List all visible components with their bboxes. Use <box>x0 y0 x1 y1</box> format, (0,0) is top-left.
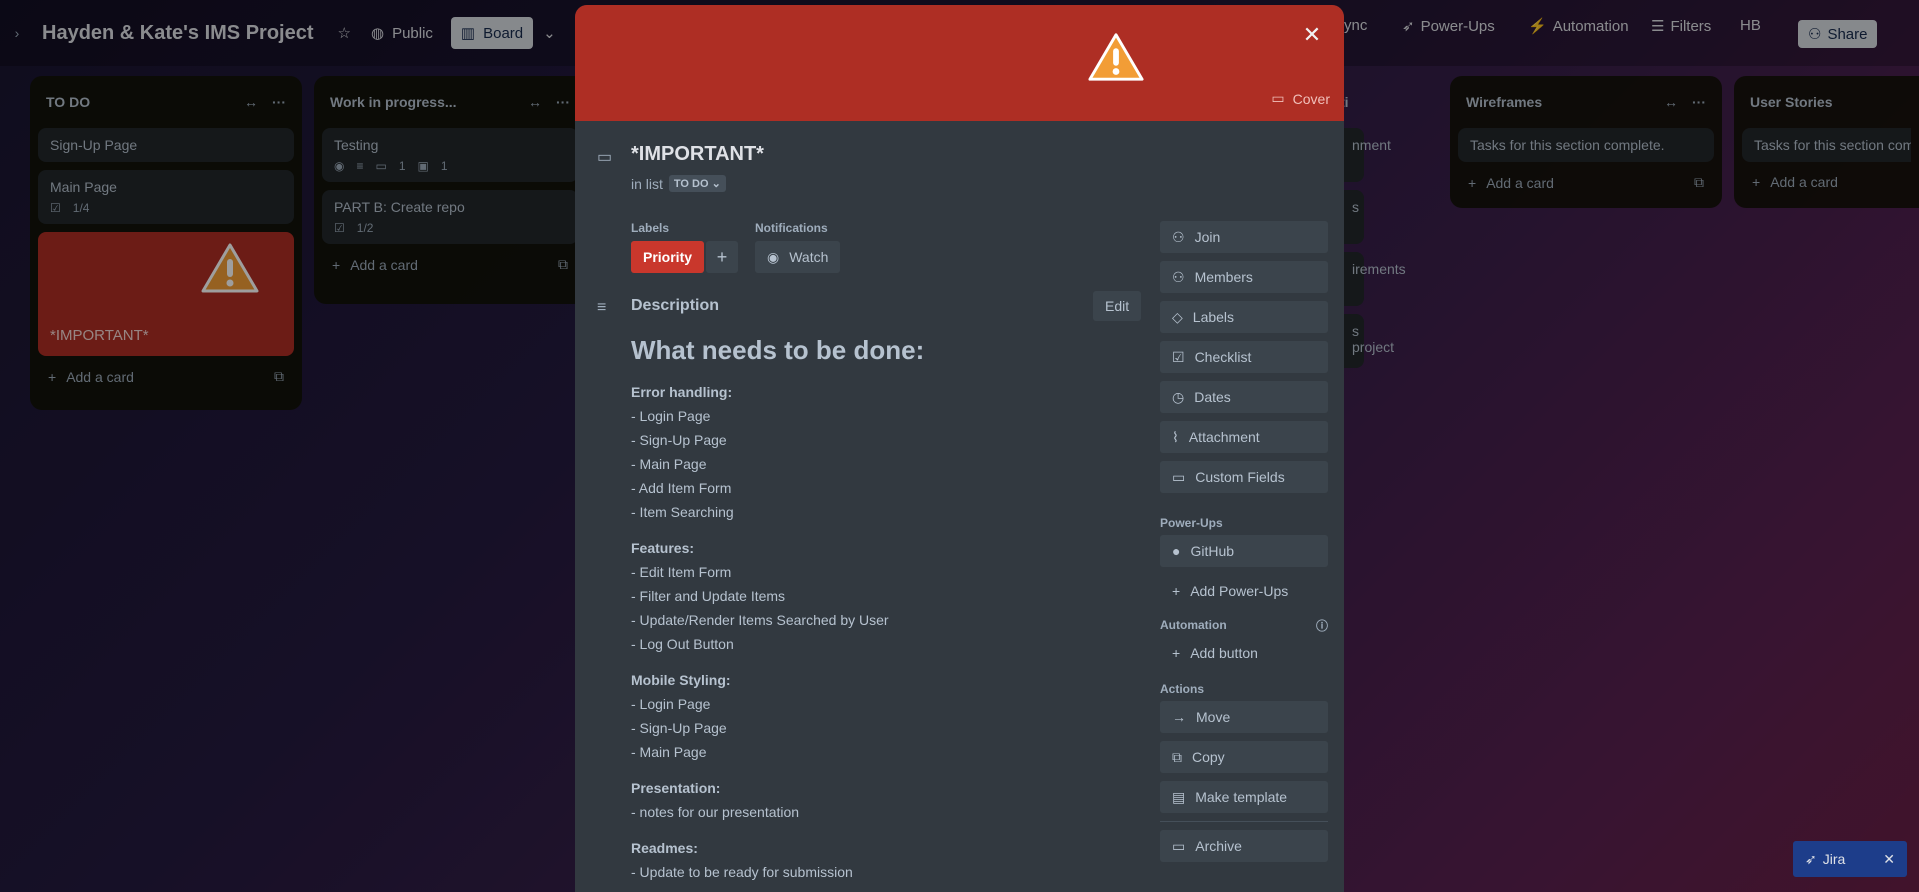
jira-widget[interactable]: ➶ Jira ✕ <box>1793 841 1907 877</box>
github-icon: ● <box>1172 543 1181 559</box>
arrow-right-icon: → <box>1172 709 1186 725</box>
labels-button[interactable]: ◇ Labels <box>1160 301 1328 333</box>
powerups-heading: Power-Ups <box>1160 516 1223 530</box>
rocket-icon: ➶ <box>1805 850 1817 867</box>
join-button[interactable]: ⚇ Join <box>1160 221 1328 253</box>
members-button[interactable]: ⚇ Members <box>1160 261 1328 293</box>
description-icon: ≡ <box>597 299 607 316</box>
card-icon: ▭ <box>597 149 613 166</box>
checklist-button[interactable]: ☑ Checklist <box>1160 341 1328 373</box>
edit-description-button[interactable]: Edit <box>1093 291 1142 321</box>
actions-heading: Actions <box>1160 682 1205 696</box>
close-icon[interactable]: ✕ <box>1883 851 1895 868</box>
cover-button[interactable]: ▭ Cover <box>1271 90 1330 107</box>
plus-icon: + <box>1172 645 1181 661</box>
github-button[interactable]: ● GitHub <box>1160 535 1328 567</box>
description-group: Presentation: - notes for our presentati… <box>631 780 800 820</box>
add-label-button[interactable]: + <box>706 241 738 273</box>
close-icon[interactable]: ✕ <box>1296 19 1328 51</box>
card-sidebar: ⚇ Join ⚇ Members ◇ Labels ☑ Checklist ◷ Dates… <box>1160 221 1328 870</box>
labels-heading: Labels <box>631 221 670 235</box>
copy-icon: ⧉ <box>1172 748 1182 765</box>
copy-button[interactable]: ⧉ Copy <box>1160 741 1328 773</box>
description-group: Mobile Styling: - Login Page - Sign-Up P… <box>631 672 731 760</box>
automation-heading: Automation ⓘ <box>1160 617 1328 634</box>
eye-icon: ◉ <box>767 248 780 265</box>
archive-button[interactable]: ▭ Archive <box>1160 830 1328 862</box>
card-detail-modal: ✕ ▭ Cover ▭ *IMPORTANT* in list TO DO ⌄ La… <box>575 5 1344 892</box>
person-icon: ⚇ <box>1172 228 1185 245</box>
warning-icon <box>1088 33 1144 81</box>
template-icon: ▤ <box>1172 788 1186 805</box>
attachment-button[interactable]: ⌇ Attachment <box>1160 421 1328 453</box>
custom-fields-button[interactable]: ▭ Custom Fields <box>1160 461 1328 493</box>
fields-icon: ▭ <box>1172 468 1186 485</box>
list-selector[interactable]: TO DO ⌄ <box>668 175 726 192</box>
cover-icon: ▭ <box>1271 90 1285 106</box>
tag-icon: ◇ <box>1172 308 1183 325</box>
card-title[interactable]: *IMPORTANT* <box>631 143 764 166</box>
description-group: Readmes: - Update to be ready for submis… <box>631 840 853 880</box>
description-group: Error handling: - Login Page - Sign-Up P… <box>631 384 734 520</box>
add-button-button[interactable]: + Add button <box>1160 637 1328 669</box>
info-icon[interactable]: ⓘ <box>1316 617 1328 634</box>
description-title: What needs to be done: <box>631 335 925 365</box>
label-priority[interactable]: Priority <box>631 241 705 273</box>
plus-icon: + <box>1172 583 1181 599</box>
watch-button[interactable]: ◉ Watch <box>755 241 841 273</box>
description-heading: Description <box>631 297 720 314</box>
move-button[interactable]: → Move <box>1160 701 1328 733</box>
paperclip-icon: ⌇ <box>1172 428 1179 445</box>
archive-icon: ▭ <box>1172 837 1186 854</box>
card-cover: ✕ ▭ Cover <box>575 5 1344 121</box>
checklist-icon: ☑ <box>1172 348 1185 365</box>
description-group: Features: - Edit Item Form - Filter and … <box>631 540 889 652</box>
description-body[interactable]: What needs to be done: Error handling: -… <box>631 335 1111 892</box>
clock-icon: ◷ <box>1172 388 1185 405</box>
person-icon: ⚇ <box>1172 268 1185 285</box>
make-template-button[interactable]: ▤ Make template <box>1160 781 1328 813</box>
notifications-heading: Notifications <box>755 221 828 235</box>
add-powerups-button[interactable]: + Add Power-Ups <box>1160 575 1328 607</box>
dates-button[interactable]: ◷ Dates <box>1160 381 1328 413</box>
divider <box>1160 821 1328 822</box>
in-list: in list TO DO ⌄ <box>631 175 726 192</box>
